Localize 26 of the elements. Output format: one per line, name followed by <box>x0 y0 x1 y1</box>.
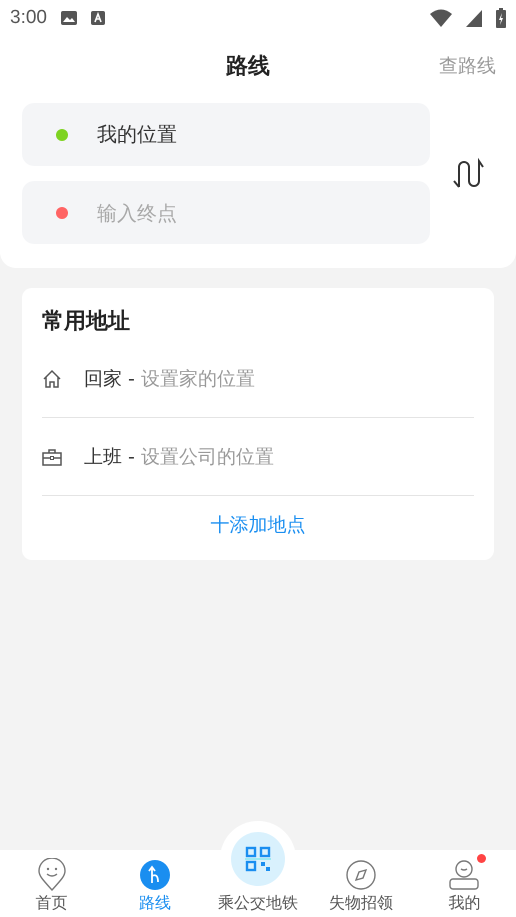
status-time: 3:00 <box>10 7 47 29</box>
battery-icon <box>496 8 506 28</box>
address-label: 回家 - <box>84 366 135 392</box>
address-hint: 设置公司的位置 <box>140 444 274 470</box>
image-icon <box>60 11 77 25</box>
pin-icon <box>36 858 67 892</box>
section-title: 常用地址 <box>42 308 131 336</box>
location-field[interactable]: 我的位置 <box>22 103 430 166</box>
home-icon <box>42 368 62 388</box>
qr-code-icon <box>245 846 271 872</box>
signal-icon <box>466 10 482 26</box>
address-hint: 设置家的位置 <box>140 366 255 392</box>
route-icon <box>140 860 170 890</box>
nav-tab[interactable]: 失物招领 <box>310 850 413 917</box>
wifi-icon <box>430 9 452 27</box>
address-row[interactable]: 回家 - 设置家的位置 <box>42 340 474 418</box>
compass-icon <box>346 860 376 890</box>
address-row[interactable]: 上班 - 设置公司的位置 <box>42 418 474 496</box>
address-label: 上班 - <box>84 444 135 470</box>
location-field[interactable]: 输入终点 <box>22 181 430 244</box>
person-icon <box>448 860 480 890</box>
page-title: 路线 <box>226 53 270 81</box>
nav-tab[interactable]: 首页 <box>0 850 104 917</box>
nav-tab[interactable]: 我的 <box>412 850 516 917</box>
briefcase-icon <box>42 446 62 466</box>
letter-a-icon <box>90 11 105 25</box>
